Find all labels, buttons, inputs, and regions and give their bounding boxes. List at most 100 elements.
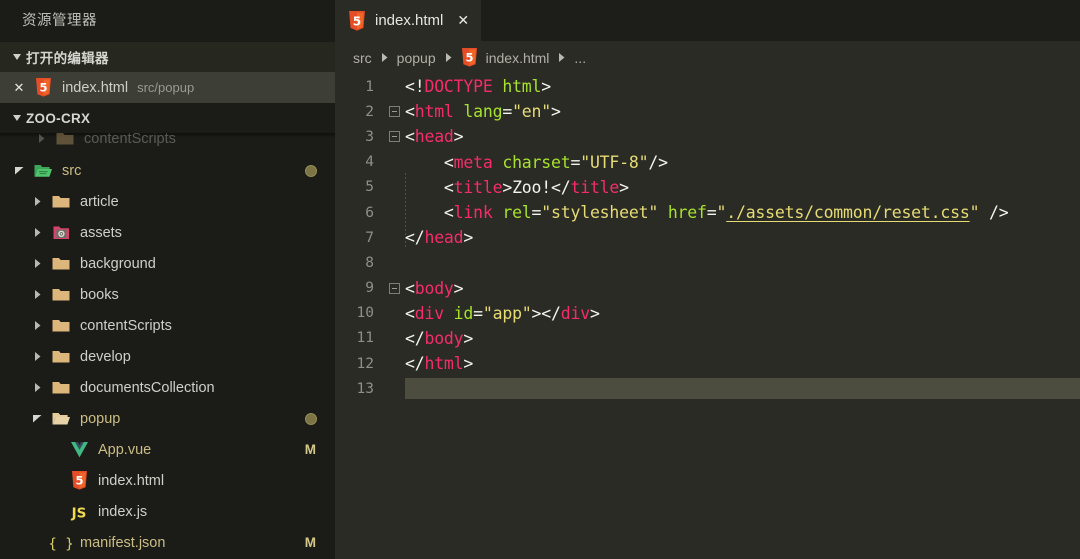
html5-icon: 5 bbox=[30, 78, 56, 97]
fold-collapse-icon[interactable] bbox=[383, 106, 405, 118]
chevron-right-icon[interactable] bbox=[26, 258, 48, 269]
line-number: 2 bbox=[365, 103, 374, 120]
code-line[interactable]: 10 <div id="app"></div> bbox=[335, 301, 1080, 326]
tree-folder-article[interactable]: article bbox=[0, 186, 335, 217]
breadcrumb-item-src[interactable]: src bbox=[353, 50, 372, 66]
line-number: 3 bbox=[365, 128, 374, 145]
tree-folder-popup[interactable]: popup bbox=[0, 403, 335, 434]
code-line[interactable]: 4 <meta charset="UTF-8"/> bbox=[335, 150, 1080, 175]
svg-text:5: 5 bbox=[465, 51, 473, 65]
tree-file-index-js[interactable]: JS index.js bbox=[0, 496, 335, 527]
folder-icon bbox=[52, 133, 78, 146]
chevron-down-icon[interactable] bbox=[26, 413, 48, 424]
fold-collapse-icon[interactable] bbox=[383, 131, 405, 143]
tree-folder-contentscripts[interactable]: contentScripts bbox=[0, 310, 335, 341]
workspace-label: ZOO-CRX bbox=[26, 110, 91, 126]
code-editor[interactable]: 1 <!DOCTYPE html> 2 <html lang="en"> 3 <head>… bbox=[335, 74, 1080, 559]
section-open-editors-label: 打开的编辑器 bbox=[26, 51, 109, 66]
breadcrumb-separator-icon bbox=[557, 52, 566, 63]
folder-icon bbox=[48, 349, 74, 364]
code-line[interactable]: 12 </html> bbox=[335, 351, 1080, 376]
open-editor-item-index-html[interactable]: ✕ 5 index.html src/popup bbox=[0, 72, 335, 103]
tree-folder-books[interactable]: books bbox=[0, 279, 335, 310]
tree-folder-assets[interactable]: assets bbox=[0, 217, 335, 248]
code-line[interactable]: 1 <!DOCTYPE html> bbox=[335, 74, 1080, 99]
folder-src-icon bbox=[30, 163, 56, 178]
line-number: 6 bbox=[365, 204, 374, 221]
chevron-down-icon[interactable] bbox=[8, 165, 30, 176]
tree-folder-develop[interactable]: develop bbox=[0, 341, 335, 372]
tree-file-manifest-json[interactable]: { } manifest.json M bbox=[0, 527, 335, 558]
folder-icon bbox=[48, 194, 74, 209]
tree-folder-src[interactable]: src bbox=[0, 155, 335, 186]
breadcrumb-separator-icon bbox=[444, 52, 453, 63]
code-line[interactable]: 2 <html lang="en"> bbox=[335, 99, 1080, 124]
tab-bar-empty-area bbox=[481, 0, 1080, 41]
code-text: </body> bbox=[405, 328, 474, 348]
code-line[interactable]: 7 </head> bbox=[335, 225, 1080, 250]
code-line[interactable]: 11 </body> bbox=[335, 326, 1080, 351]
chevron-right-icon[interactable] bbox=[26, 289, 48, 300]
status-badge: M bbox=[304, 535, 316, 550]
line-number: 11 bbox=[356, 330, 374, 347]
chevron-right-icon[interactable] bbox=[26, 320, 48, 331]
folder-icon bbox=[48, 256, 74, 271]
folder-status-dot bbox=[305, 412, 317, 425]
code-text: <div id="app"></div> bbox=[405, 303, 600, 323]
folder-icon bbox=[48, 380, 74, 395]
breadcrumb-label: ... bbox=[574, 49, 587, 66]
chevron-right-icon[interactable] bbox=[26, 351, 48, 362]
tree-item-label: popup bbox=[80, 410, 121, 427]
code-line[interactable]: 13 bbox=[335, 376, 1080, 401]
tree-item-label: assets bbox=[80, 224, 122, 241]
code-text: <title>Zoo!</title> bbox=[405, 177, 629, 197]
line-number: 8 bbox=[365, 254, 374, 271]
code-text: <body> bbox=[405, 278, 464, 298]
code-line[interactable]: 5 <title>Zoo!</title> bbox=[335, 175, 1080, 200]
clipped-tree-row: contentScripts bbox=[0, 133, 335, 155]
breadcrumb-item-popup[interactable]: popup bbox=[397, 50, 436, 66]
close-icon[interactable]: ✕ bbox=[457, 12, 469, 29]
file-tree: src article assets background books contentSc… bbox=[0, 155, 335, 558]
folder-status-dot bbox=[305, 164, 317, 177]
chevron-down-icon bbox=[8, 52, 26, 63]
code-line[interactable]: 9 <body> bbox=[335, 276, 1080, 301]
chevron-right-icon[interactable] bbox=[26, 382, 48, 393]
tree-folder-background[interactable]: background bbox=[0, 248, 335, 279]
section-workspace-zoo-crx[interactable]: ZOO-CRX bbox=[0, 103, 335, 133]
vue-icon bbox=[66, 441, 92, 459]
tab-bar: 5 index.html ✕ bbox=[335, 0, 1080, 41]
svg-text:5: 5 bbox=[353, 14, 361, 28]
tab-index-html[interactable]: 5 index.html ✕ bbox=[335, 0, 482, 41]
code-line[interactable]: 3 <head> bbox=[335, 124, 1080, 149]
chevron-right-icon[interactable] bbox=[26, 196, 48, 207]
code-line[interactable]: 8 bbox=[335, 250, 1080, 275]
fold-collapse-icon[interactable] bbox=[383, 282, 405, 294]
code-line[interactable]: 6 <link rel="stylesheet" href="./assets/… bbox=[335, 200, 1080, 225]
svg-text:{ }: { } bbox=[50, 536, 72, 552]
editor-pane: 5 index.html ✕ src popup 5 index.html... 1 <… bbox=[335, 0, 1080, 559]
breadcrumb-item--[interactable]: ... bbox=[574, 50, 586, 66]
code-text: <meta charset="UTF-8"/> bbox=[405, 152, 668, 172]
chevron-right-icon[interactable] bbox=[26, 227, 48, 238]
tree-file-app-vue[interactable]: App.vue M bbox=[0, 434, 335, 465]
code-text: <html lang="en"> bbox=[405, 102, 561, 122]
svg-text:5: 5 bbox=[39, 81, 47, 95]
breadcrumb-item-index-html[interactable]: 5 index.html bbox=[461, 48, 549, 67]
tree-item-label: contentScripts bbox=[80, 317, 172, 334]
svg-text:JS: JS bbox=[71, 505, 87, 521]
js-icon: JS bbox=[66, 503, 92, 521]
tree-item-label: src bbox=[62, 162, 82, 179]
tab-label: index.html bbox=[375, 12, 444, 29]
line-number: 13 bbox=[356, 380, 374, 397]
tree-folder-documentscollection[interactable]: documentsCollection bbox=[0, 372, 335, 403]
html5-icon: 5 bbox=[66, 471, 92, 490]
close-icon[interactable]: ✕ bbox=[8, 80, 30, 96]
line-number: 10 bbox=[356, 305, 374, 322]
tree-file-index-html[interactable]: 5 index.html bbox=[0, 465, 335, 496]
code-text: <head> bbox=[405, 127, 464, 147]
section-open-editors[interactable]: 打开的编辑器 bbox=[0, 42, 335, 72]
line-number: 1 bbox=[365, 78, 374, 95]
folder-icon bbox=[48, 318, 74, 333]
breadcrumb-separator-icon bbox=[380, 52, 389, 63]
